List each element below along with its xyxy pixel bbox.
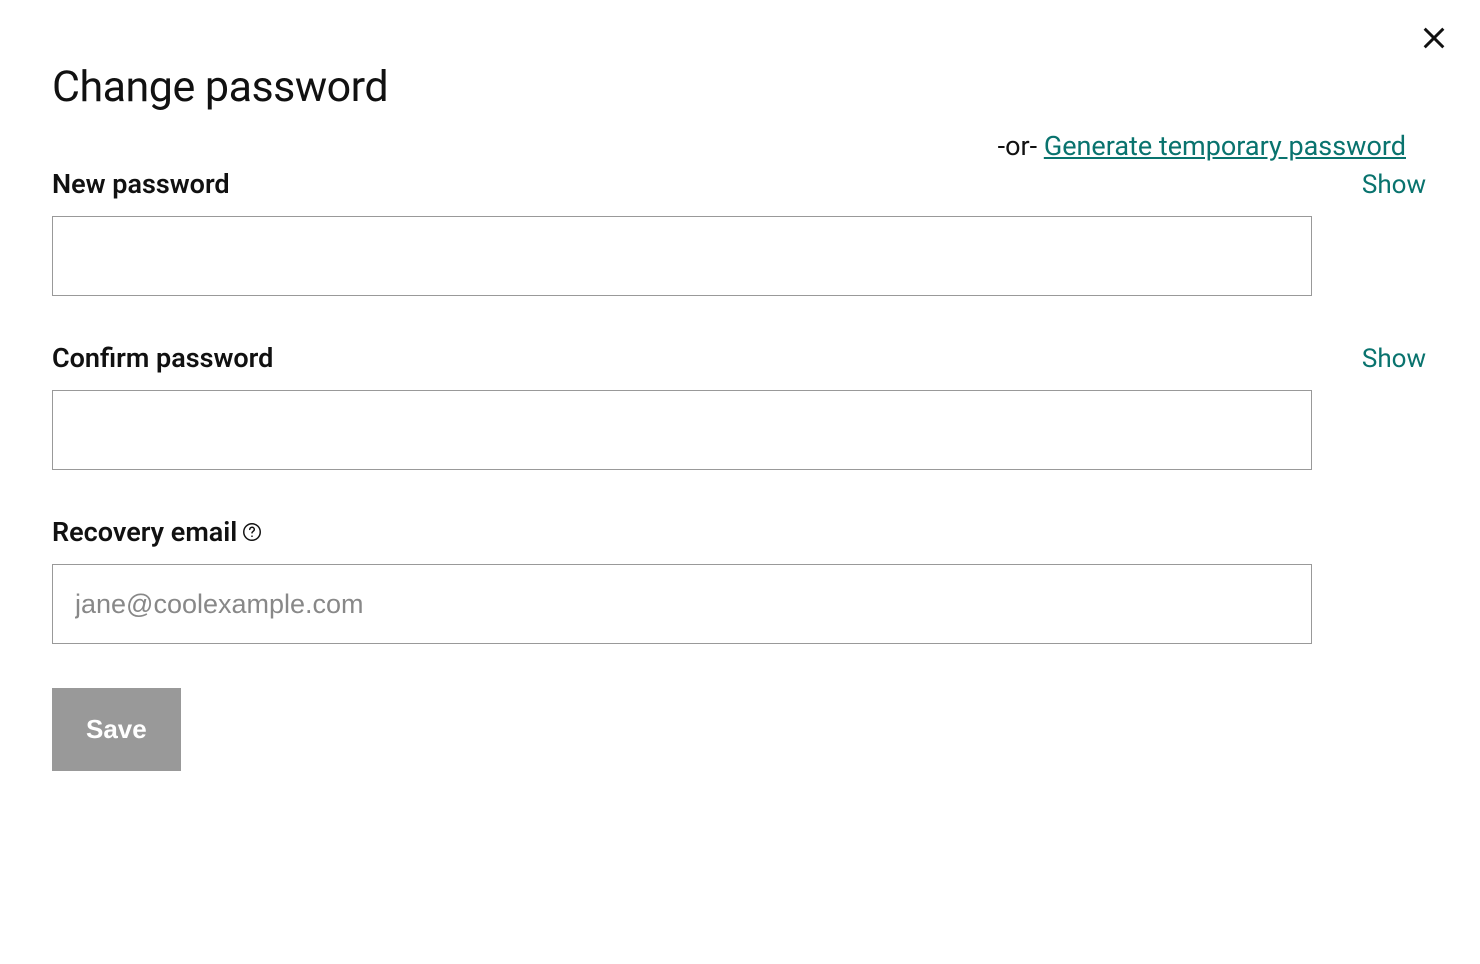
- save-button[interactable]: Save: [52, 688, 181, 771]
- recovery-email-label-row: Recovery email: [52, 516, 1428, 548]
- recovery-email-input[interactable]: [52, 564, 1312, 644]
- confirm-password-show-toggle[interactable]: Show: [1362, 344, 1428, 374]
- confirm-password-field-block: Confirm password Show: [52, 342, 1428, 470]
- generate-row: -or- Generate temporary password: [52, 130, 1428, 162]
- close-button[interactable]: [1418, 22, 1450, 54]
- confirm-password-label: Confirm password: [52, 342, 273, 374]
- close-icon: [1420, 24, 1448, 52]
- new-password-label: New password: [52, 168, 230, 200]
- generate-temp-password-link[interactable]: Generate temporary password: [1044, 130, 1406, 162]
- or-text: -or-: [998, 130, 1044, 162]
- confirm-password-input[interactable]: [52, 390, 1312, 470]
- recovery-email-label-text: Recovery email: [52, 516, 237, 548]
- recovery-email-field-block: Recovery email: [52, 516, 1428, 644]
- new-password-label-row: New password Show: [52, 168, 1428, 200]
- new-password-input[interactable]: [52, 216, 1312, 296]
- new-password-field-block: New password Show: [52, 168, 1428, 296]
- change-password-dialog: Change password -or- Generate temporary …: [0, 0, 1480, 823]
- help-icon[interactable]: [241, 521, 263, 543]
- new-password-show-toggle[interactable]: Show: [1362, 170, 1428, 200]
- recovery-email-label: Recovery email: [52, 516, 263, 548]
- dialog-title: Change password: [52, 62, 1428, 112]
- confirm-password-label-row: Confirm password Show: [52, 342, 1428, 374]
